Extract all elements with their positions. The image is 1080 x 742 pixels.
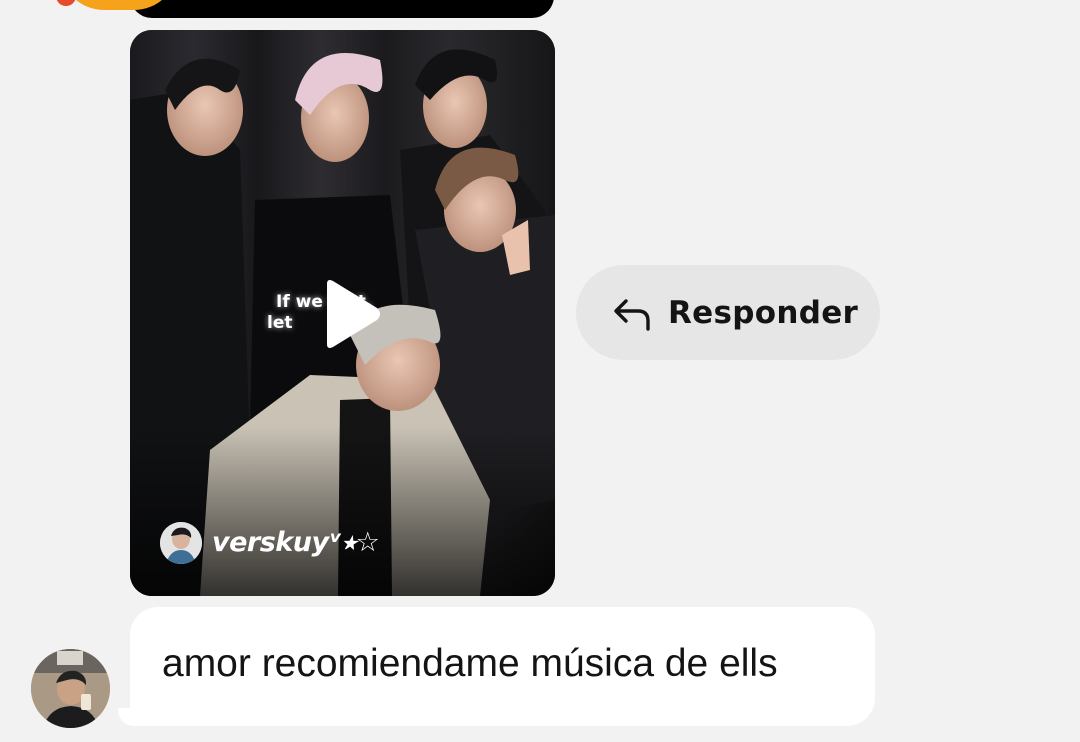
reel-caption-line-2: let	[267, 313, 293, 333]
shared-reel-card[interactable]: If we fast, let verskuyᵛ⭑☆	[130, 30, 555, 596]
sender-avatar-image	[31, 649, 110, 728]
reply-button[interactable]: Responder	[576, 265, 880, 360]
previous-media-bubble[interactable]	[130, 0, 554, 18]
play-icon	[327, 280, 380, 348]
reel-author-name: verskuyᵛ⭑☆	[212, 527, 380, 558]
play-button[interactable]	[316, 275, 386, 353]
reel-author[interactable]: verskuyᵛ⭑☆	[160, 521, 380, 565]
reply-arrow-icon	[614, 298, 650, 331]
message-bubble[interactable]: amor recomiendame música de ells	[130, 607, 875, 726]
author-avatar-image	[160, 522, 202, 564]
reel-author-avatar[interactable]	[160, 522, 202, 564]
sender-avatar[interactable]	[31, 649, 110, 728]
reply-label: Responder	[668, 294, 859, 331]
sticker-partial-accent	[56, 0, 76, 6]
message-text: amor recomiendame música de ells	[162, 641, 778, 685]
